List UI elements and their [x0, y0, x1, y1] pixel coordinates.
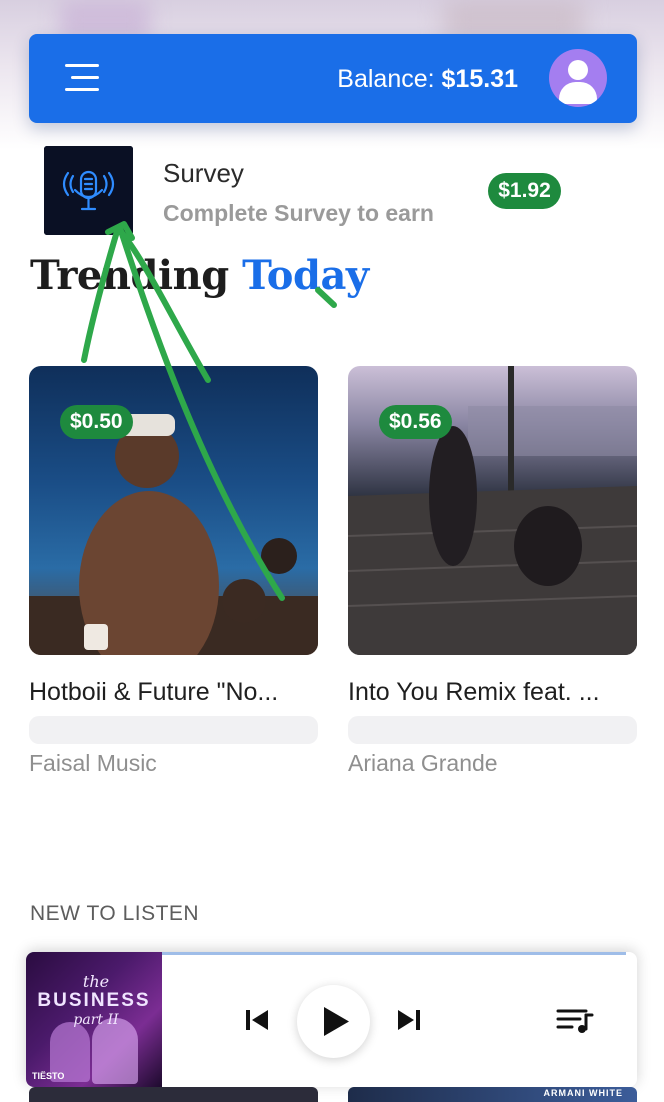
price-badge: $0.50 [60, 405, 133, 439]
track-artist: Faisal Music [29, 750, 157, 776]
previous-track-icon[interactable] [244, 1008, 270, 1032]
survey-item[interactable]: Survey Complete Survey to earn $1.92 [44, 145, 624, 237]
trending-heading-part1: Trending [30, 252, 229, 299]
trending-heading: Trending Today [30, 252, 369, 299]
loading-bar [348, 716, 637, 744]
track-title[interactable]: Hotboii & Future "No... [29, 678, 318, 707]
top-app-bar: Balance: $15.31 [29, 34, 637, 123]
peek-card-label: ARMANI WHITE [543, 1088, 623, 1098]
play-icon[interactable] [297, 985, 370, 1058]
cover-text-part: part II [73, 1012, 119, 1028]
loading-bar [29, 716, 318, 744]
cover-text-the: the [82, 972, 110, 991]
survey-reward-badge: $1.92 [488, 173, 561, 209]
survey-title: Survey [163, 158, 244, 188]
hamburger-menu-icon[interactable] [63, 60, 99, 96]
next-track-icon[interactable] [396, 1008, 422, 1032]
balance-display: Balance: $15.31 [337, 65, 518, 94]
section-label-new-to-listen: NEW TO LISTEN [30, 902, 200, 925]
survey-subtitle: Complete Survey to earn [163, 200, 434, 226]
microphone-podcast-icon[interactable] [44, 146, 133, 235]
balance-value: $15.31 [441, 65, 518, 93]
track-cover-image[interactable]: $0.56 [348, 366, 637, 655]
track-artist: Ariana Grande [348, 750, 498, 776]
user-avatar-icon[interactable] [549, 49, 607, 107]
mini-player: the BUSINESS part II TIËSTO [26, 952, 637, 1087]
balance-label: Balance: [337, 65, 435, 93]
cover-text-business: BUSINESS [37, 990, 151, 1011]
track-title[interactable]: Into You Remix feat. ... [348, 678, 637, 707]
price-badge: $0.56 [379, 405, 452, 439]
now-playing-cover[interactable]: the BUSINESS part II TIËSTO [26, 952, 162, 1087]
cover-artist-tag: TIËSTO [32, 1071, 65, 1081]
track-cover-image[interactable]: $0.50 [29, 366, 318, 655]
new-to-listen-card-peek[interactable] [29, 1087, 318, 1102]
queue-icon[interactable] [556, 1007, 594, 1035]
trending-heading-part2: Today [242, 252, 369, 299]
new-to-listen-card-peek[interactable]: ARMANI WHITE [348, 1087, 637, 1102]
